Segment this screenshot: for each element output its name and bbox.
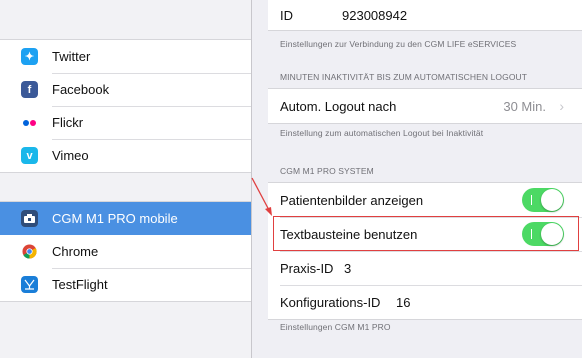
cgm-app-icon	[21, 210, 38, 227]
system-caption: Einstellungen CGM M1 PRO	[280, 322, 391, 332]
logout-caption: Einstellung zum automatischen Logout bei…	[280, 128, 484, 138]
sidebar-item-label: Flickr	[52, 115, 84, 130]
flickr-icon	[21, 114, 38, 131]
patient-images-row: Patientenbilder anzeigen	[268, 183, 582, 217]
sidebar-item-vimeo[interactable]: v Vimeo	[0, 139, 251, 172]
text-blocks-toggle[interactable]	[522, 222, 564, 246]
twitter-icon: ✦	[21, 48, 38, 65]
chevron-right-icon: ›	[559, 98, 564, 114]
id-group: ID 923008942	[268, 0, 582, 31]
logout-group: Autom. Logout nach 30 Min. ›	[268, 88, 582, 124]
sidebar-item-cgm-m1-pro-mobile[interactable]: CGM M1 PRO mobile	[0, 202, 251, 235]
sidebar-item-label: Chrome	[52, 244, 99, 259]
practice-id-value: 3	[344, 260, 352, 276]
text-blocks-row: Textbausteine benutzen	[268, 217, 582, 251]
id-caption: Einstellungen zur Verbindung zu den CGM …	[280, 39, 517, 49]
sidebar-item-label: Vimeo	[52, 148, 89, 163]
system-section-header: CGM M1 PRO SYSTEM	[280, 166, 374, 176]
chrome-icon	[21, 243, 38, 260]
sidebar-item-twitter[interactable]: ✦ Twitter	[0, 40, 251, 73]
logout-value: 30 Min.	[503, 98, 546, 114]
vimeo-icon: v	[21, 147, 38, 164]
sidebar-item-label: Facebook	[52, 82, 110, 97]
patient-images-toggle[interactable]	[522, 188, 564, 212]
social-accounts-group: ✦ Twitter f Facebook Flickr v Vimeo	[0, 39, 251, 173]
config-id-label: Konfigurations-ID	[280, 294, 381, 310]
id-value: 923008942	[342, 7, 408, 23]
logout-row[interactable]: Autom. Logout nach 30 Min. ›	[268, 89, 582, 123]
id-label: ID	[280, 7, 293, 23]
sidebar-item-label: Twitter	[52, 49, 91, 64]
sidebar-item-facebook[interactable]: f Facebook	[0, 73, 251, 106]
sidebar-item-testflight[interactable]: TestFlight	[0, 268, 251, 301]
logout-label: Autom. Logout nach	[280, 98, 397, 114]
config-id-value: 16	[396, 294, 411, 310]
settings-detail-pane: ID 923008942 Einstellungen zur Verbindun…	[252, 0, 582, 358]
settings-sidebar: ✦ Twitter f Facebook Flickr v Vimeo CGM …	[0, 0, 252, 358]
practice-id-row: Praxis-ID 3	[268, 251, 582, 285]
sidebar-item-flickr[interactable]: Flickr	[0, 106, 251, 139]
sidebar-item-chrome[interactable]: Chrome	[0, 235, 251, 268]
apps-group: CGM M1 PRO mobile Chrome TestFlight	[0, 201, 251, 302]
sidebar-item-label: TestFlight	[52, 277, 108, 292]
logout-section-header: MINUTEN INAKTIVITÄT BIS ZUM AUTOMATISCHE…	[280, 72, 528, 82]
patient-images-label: Patientenbilder anzeigen	[280, 192, 424, 208]
id-row: ID 923008942	[268, 0, 582, 30]
config-id-row: Konfigurations-ID 16	[268, 285, 582, 319]
text-blocks-label: Textbausteine benutzen	[280, 226, 418, 242]
testflight-icon	[21, 276, 38, 293]
sidebar-item-label: CGM M1 PRO mobile	[52, 211, 178, 226]
practice-id-label: Praxis-ID	[280, 260, 334, 276]
system-group: Patientenbilder anzeigen Textbausteine b…	[268, 182, 582, 320]
facebook-icon: f	[21, 81, 38, 98]
